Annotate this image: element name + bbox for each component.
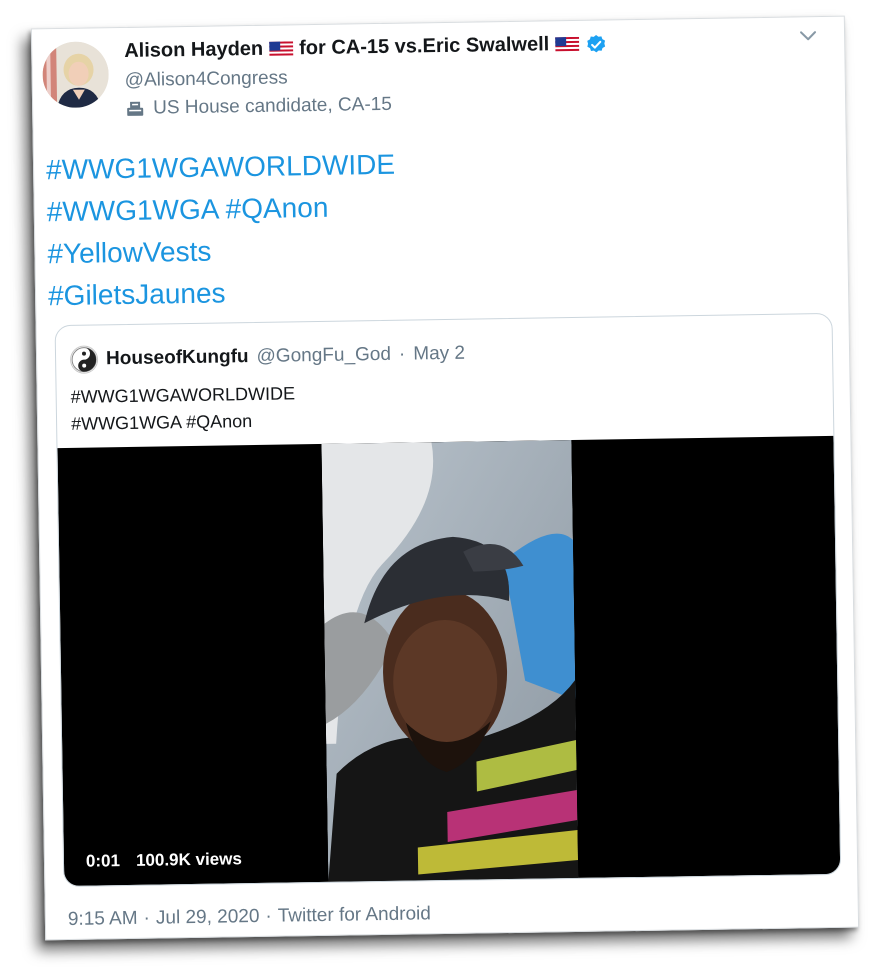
video-player[interactable]: 0:01 100.9K views xyxy=(57,435,841,887)
hashtag-line[interactable]: #YellowVests xyxy=(47,228,397,275)
us-flag-icon xyxy=(269,40,294,58)
chevron-down-icon[interactable] xyxy=(796,23,820,47)
verified-badge-icon xyxy=(587,34,606,52)
author-bio: US House candidate, CA-15 xyxy=(125,94,392,120)
author-name-row[interactable]: Alison Hayden for CA-15 vs.Eric Swalwell xyxy=(124,32,607,63)
author-name[interactable]: Alison Hayden xyxy=(124,38,263,63)
video-time: 0:01 xyxy=(85,851,121,871)
quoted-tweet-header: HouseofKungfu @GongFu_God · May 2 xyxy=(69,340,465,374)
tweet-source[interactable]: Twitter for Android xyxy=(278,903,431,927)
video-views: 100.9K views xyxy=(135,849,242,870)
quoted-author-avatar[interactable] xyxy=(69,345,99,374)
hashtag-line[interactable]: #WWG1WGA #QAnon xyxy=(46,186,396,233)
tweet-card: Alison Hayden for CA-15 vs.Eric Swalwell xyxy=(30,15,860,941)
author-handle[interactable]: @Alison4Congress xyxy=(125,67,288,92)
video-overlay: 0:01 100.9K views xyxy=(86,849,242,871)
tweet-time[interactable]: 9:15 AM xyxy=(68,908,138,931)
quoted-text-line: #WWG1WGAWORLDWIDE xyxy=(70,383,296,407)
author-avatar[interactable] xyxy=(42,41,110,109)
ballot-box-icon xyxy=(127,101,144,116)
quoted-date[interactable]: May 2 xyxy=(413,343,465,366)
footer-separator: · xyxy=(143,907,151,929)
footer-separator: · xyxy=(265,905,272,927)
quoted-separator: · xyxy=(398,343,406,365)
author-name-suffix[interactable]: for CA-15 vs.Eric Swalwell xyxy=(299,33,549,60)
tweet-footer: 9:15 AM · Jul 29, 2020 · Twitter for And… xyxy=(68,903,431,931)
quoted-author-name[interactable]: HouseofKungfu xyxy=(106,346,249,370)
quoted-tweet-text: #WWG1WGAWORLDWIDE #WWG1WGA #QAnon xyxy=(70,380,296,438)
screenshot-stage: Alison Hayden for CA-15 vs.Eric Swalwell xyxy=(0,0,879,976)
quoted-text-line: #WWG1WGA #QAnon xyxy=(70,411,253,434)
video-frame-image xyxy=(321,440,579,882)
tweet-text: #WWG1WGAWORLDWIDE #WWG1WGA #QAnon #Yello… xyxy=(46,144,398,317)
author-bio-text: US House candidate, CA-15 xyxy=(152,93,392,119)
hashtag-line[interactable]: #GiletsJaunes xyxy=(48,270,398,317)
hashtag-line[interactable]: #WWG1WGAWORLDWIDE xyxy=(46,144,396,191)
quoted-author-handle[interactable]: @GongFu_God xyxy=(256,344,391,368)
quoted-tweet[interactable]: HouseofKungfu @GongFu_God · May 2 #WWG1W… xyxy=(54,312,842,888)
us-flag-icon xyxy=(555,36,580,53)
tweet-date[interactable]: Jul 29, 2020 xyxy=(156,906,260,930)
